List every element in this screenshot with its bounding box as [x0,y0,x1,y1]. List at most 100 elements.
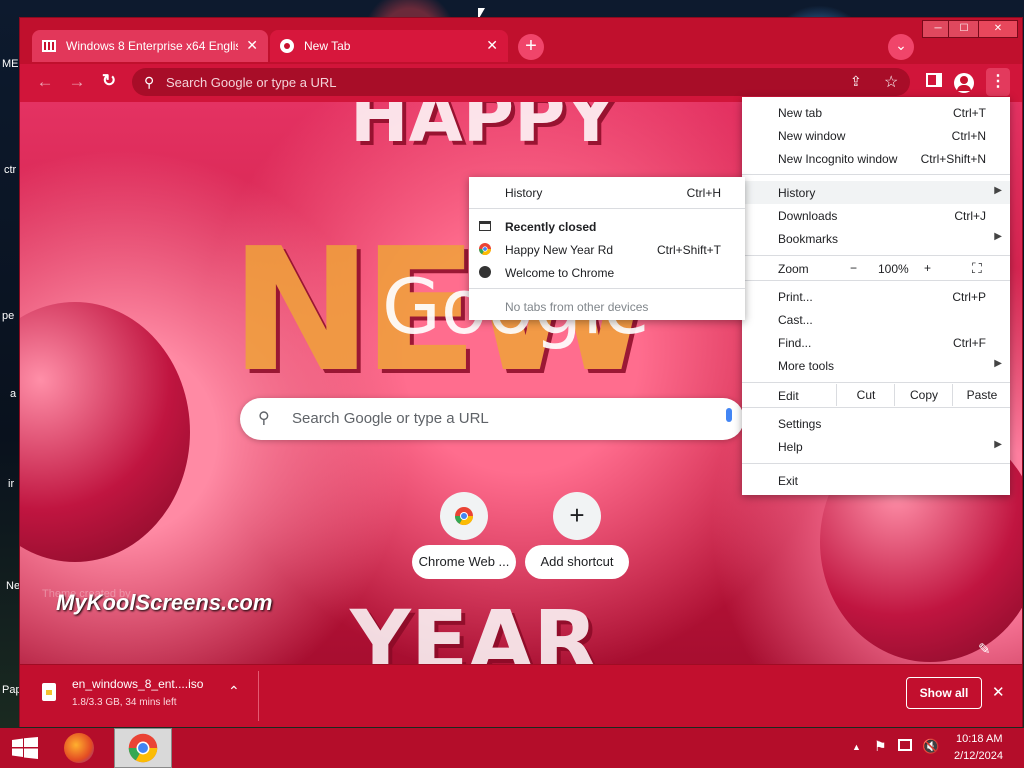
cut-button[interactable]: Cut [836,384,895,406]
omnibox-input[interactable]: Search Google or type a URL [166,75,337,90]
menu-separator [742,407,1010,408]
divider [258,671,259,721]
omnibox[interactable]: ⚲ Search Google or type a URL ⇪ ☆ [132,68,910,96]
menu-item-bookmarks[interactable]: Bookmarks ▶ [742,227,1010,250]
bookmark-star-icon[interactable]: ☆ [884,72,898,92]
tab-title: Windows 8 Enterprise x64 English [66,39,238,53]
menu-item-exit[interactable]: Exit [742,469,1010,492]
voice-search-icon[interactable] [726,408,732,422]
globe-icon [479,266,491,278]
desktop-icon-label[interactable]: ir [8,478,14,490]
menu-separator [742,280,1010,281]
show-hidden-icons-icon[interactable]: ▲ [852,742,861,752]
chrome-icon [479,243,491,258]
desktop-icon-label[interactable]: ME [2,58,19,70]
edit-label: Edit [778,389,799,403]
customize-pencil-icon[interactable]: ✎ [978,640,991,658]
menu-item-full-history[interactable]: History Ctrl+H [469,181,745,204]
menu-item-history[interactable]: History ▶ [742,181,1010,204]
fullscreen-icon[interactable]: ⛶ [972,260,982,277]
menu-item-cast[interactable]: Cast... [742,308,1010,331]
windows-start-icon[interactable] [12,737,38,759]
bg-happy-text: HAPPY [350,102,617,158]
menu-item-new-tab[interactable]: New tab Ctrl+T [742,101,1010,124]
desktop-icon-label[interactable]: Ne [6,580,20,592]
zoom-label: Zoom [778,262,809,276]
side-panel-icon[interactable] [926,73,942,87]
desktop-icon-label[interactable]: pe [2,310,14,322]
submenu-arrow-icon: ▶ [994,185,1002,196]
close-tab-icon[interactable]: ✕ [246,37,258,54]
chrome-menu-button[interactable]: ⋮ [986,68,1010,96]
menu-item-recent-tab[interactable]: Happy New Year Rd Ctrl+Shift+T [469,238,745,261]
bg-year-text: YEAR [350,592,598,664]
chrome-menu: New tab Ctrl+T New window Ctrl+N New Incog… [742,97,1010,495]
file-icon [42,683,56,701]
profile-avatar[interactable] [954,73,974,93]
show-all-button[interactable]: Show all [906,677,982,709]
submenu-arrow-icon: ▶ [994,231,1002,242]
zoom-in-button[interactable]: + [924,261,931,275]
tab-new-tab[interactable]: New Tab ✕ [270,30,508,62]
zoom-out-button[interactable]: − [850,261,857,275]
desktop-icon-label[interactable]: a [10,388,16,400]
tab-strip: ─ ☐ ✕ Windows 8 Enterprise x64 English ✕… [20,18,1022,64]
menu-item-recent-tab[interactable]: Welcome to Chrome [469,261,745,284]
menu-item-new-window[interactable]: New window Ctrl+N [742,124,1010,147]
menu-item-find[interactable]: Find... Ctrl+F [742,331,1010,354]
archive-icon [42,39,56,53]
desktop-icon-label[interactable]: ctr [4,164,16,176]
network-icon[interactable] [898,739,912,751]
close-tab-icon[interactable]: ✕ [486,37,498,54]
ntp-search-input[interactable]: Search Google or type a URL [292,410,489,427]
share-icon[interactable]: ⇪ [850,73,862,90]
desktop-icon-label[interactable]: Pap [2,684,22,696]
menu-item-downloads[interactable]: Downloads Ctrl+J [742,204,1010,227]
watermark: MyKoolScreens.com [56,590,273,615]
new-tab-button[interactable]: + [518,34,544,60]
menu-item-print[interactable]: Print... Ctrl+P [742,285,1010,308]
window-icon [479,221,491,231]
menu-separator [742,463,1010,464]
add-shortcut-button[interactable]: + [553,492,601,540]
paste-button[interactable]: Paste [952,384,1011,406]
maximize-button[interactable]: ☐ [948,20,980,38]
zoom-value: 100% [878,262,909,276]
menu-item-settings[interactable]: Settings [742,412,1010,435]
clock-time[interactable]: 10:18 AM [956,733,1002,745]
shortcut-label[interactable]: Add shortcut [525,545,629,579]
clock-date[interactable]: 2/12/2024 [954,750,1003,762]
back-button[interactable]: ← [34,72,56,92]
menu-separator [469,208,745,209]
tab-search-button[interactable]: ⌄ [888,34,914,60]
taskbar: ▲ ⚑ 🔇 10:18 AM 2/12/2024 [0,728,1024,768]
forward-button[interactable]: → [66,72,88,92]
chevron-up-icon[interactable]: ⌃ [228,683,240,700]
menu-zoom-row: Zoom − 100% + ⛶ [742,257,1010,279]
shortcut-chrome-webstore[interactable] [440,492,488,540]
menu-item-incognito[interactable]: New Incognito window Ctrl+Shift+N [742,147,1010,170]
reload-button[interactable]: ↻ [98,71,120,91]
menu-separator [742,174,1010,175]
copy-button[interactable]: Copy [894,384,953,406]
menu-separator [742,382,1010,383]
action-center-flag-icon[interactable]: ⚑ [874,738,887,755]
volume-muted-icon[interactable]: 🔇 [922,738,939,755]
ntp-search-box[interactable]: ⚲ Search Google or type a URL [240,398,744,440]
menu-item-help[interactable]: Help ▶ [742,435,1010,458]
firefox-icon[interactable] [64,733,94,763]
plus-icon: + [569,500,585,530]
chrome-taskbar-button[interactable] [114,728,172,768]
download-filename[interactable]: en_windows_8_ent....iso [72,677,203,691]
shortcut-label[interactable]: Chrome Web ... [412,545,516,579]
tab-windows-8[interactable]: Windows 8 Enterprise x64 English ✕ [32,30,268,62]
chrome-icon [280,39,294,53]
menu-item-more-tools[interactable]: More tools ▶ [742,354,1010,377]
recently-closed-header: Recently closed [469,215,745,238]
menu-edit-row: Edit Cut Copy Paste [742,384,1010,406]
search-icon: ⚲ [144,74,155,90]
search-icon: ⚲ [258,410,270,427]
close-download-bar-button[interactable]: ✕ [992,683,1005,701]
close-window-button[interactable]: ✕ [978,20,1018,38]
no-tabs-message: No tabs from other devices [505,300,649,314]
